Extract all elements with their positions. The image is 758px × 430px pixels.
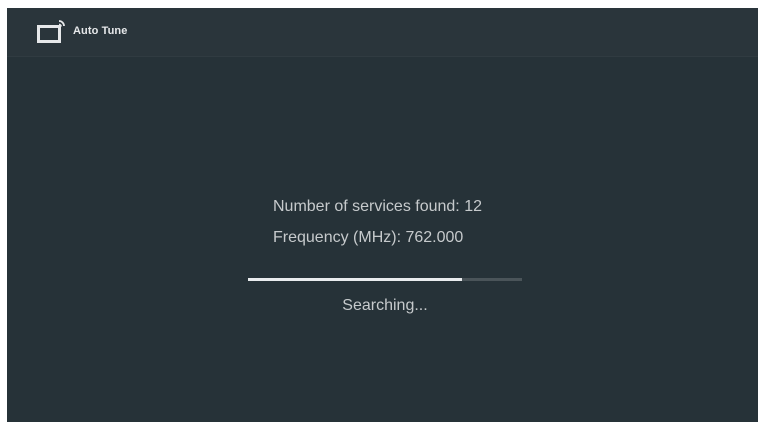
services-found-text: Number of services found: 12 (273, 198, 482, 215)
scan-progress-fill (248, 278, 462, 281)
frequency-text: Frequency (MHz): 762.000 (273, 229, 464, 246)
auto-tune-screen: Auto Tune Number of services found: 12 F… (7, 8, 758, 422)
status-text: Searching... (342, 297, 428, 314)
page-title: Auto Tune (73, 25, 128, 37)
tv-signal-icon (37, 20, 65, 43)
scan-progress-bar (248, 278, 522, 281)
header-bar: Auto Tune (7, 8, 758, 57)
